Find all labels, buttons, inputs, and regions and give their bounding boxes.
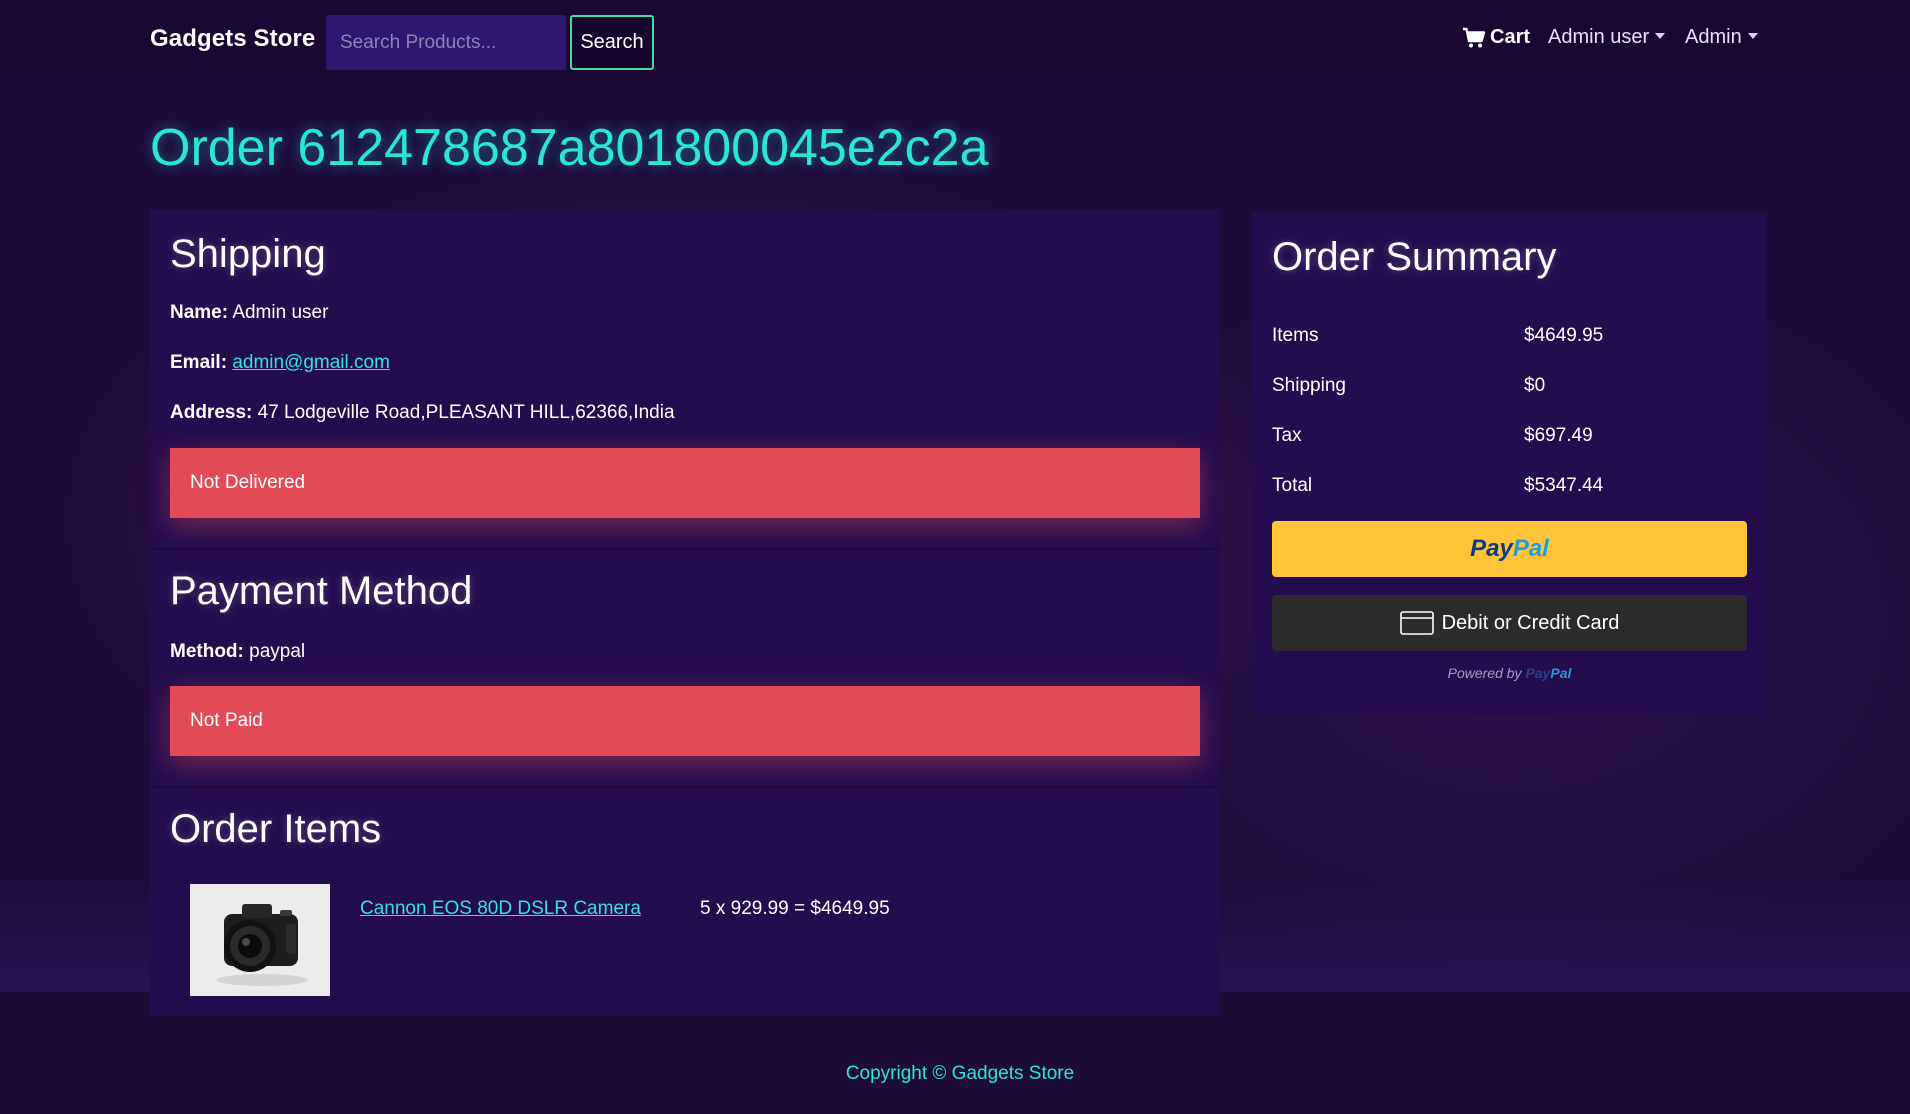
summary-label: Tax [1272,425,1302,446]
summary-value: $697.49 [1524,425,1593,446]
card-button-label: Debit or Credit Card [1441,611,1620,634]
summary-value: $0 [1524,375,1546,396]
order-summary-panel: Order Summary Items $4649.95 Shipping $0… [1252,213,1767,715]
nav-cart-link[interactable]: Cart [1462,26,1530,49]
payment-status-alert: Not Paid [170,686,1200,756]
summary-label: Total [1272,475,1313,496]
cart-icon [1463,27,1486,47]
payment-method-value: paypal [249,641,306,662]
shipping-name-label: Name: [170,302,229,323]
powered-by-label: Powered by [1447,665,1522,681]
summary-value: $5347.44 [1524,475,1604,496]
navbar: Gadgets Store Search Cart Admin user Adm… [0,0,1910,80]
user-menu-label: Admin user [1548,26,1650,48]
order-items-heading: Order Items [170,807,382,851]
caret-down-icon [1655,32,1666,39]
shipping-address-line: Address: 47 Lodgeville Road,PLEASANT HIL… [170,402,675,424]
payment-method-label: Method: [170,641,244,662]
section-divider [150,786,1220,788]
user-menu-dropdown[interactable]: Admin user [1548,26,1666,49]
nav-cart-label: Cart [1490,26,1531,48]
product-image [190,884,330,996]
order-item-link[interactable]: Cannon EOS 80D DSLR Camera [360,898,641,920]
brand-logo[interactable]: Gadgets Store [150,25,315,53]
paypal-logo-part1: Pay [1525,665,1551,681]
powered-by-paypal: Powered by PayPal [1272,665,1747,681]
shipping-name-value: Admin user [232,302,329,323]
shipping-address-label: Address: [170,402,253,423]
debit-credit-card-button[interactable]: Debit or Credit Card [1272,595,1747,651]
paypal-button[interactable]: Pay Pal [1272,521,1747,577]
admin-menu-dropdown[interactable]: Admin [1685,26,1758,49]
admin-menu-label: Admin [1685,26,1742,48]
order-item-price-calc: 5 x 929.99 = $4649.95 [700,898,890,919]
shipping-heading: Shipping [170,232,326,276]
order-item-row: Cannon EOS 80D DSLR Camera 5 x 929.99 = … [190,884,1180,998]
page-title: Order 612478687a801800045e2c2a [150,119,989,177]
credit-card-icon [1399,611,1434,635]
payment-method-line: Method: paypal [170,641,305,663]
shipping-name-line: Name: Admin user [170,302,328,324]
caret-down-icon [1747,32,1758,39]
paypal-logo-part2: Pal [1512,535,1549,562]
order-details-panel: Shipping Name: Admin user Email: admin@g… [150,210,1220,1016]
search-input[interactable] [326,15,566,70]
summary-label: Items [1272,325,1319,346]
shipping-email-line: Email: admin@gmail.com [170,352,390,374]
summary-value: $4649.95 [1524,325,1604,346]
shipping-email-label: Email: [170,352,228,373]
search-button[interactable]: Search [570,15,654,70]
footer-copyright: Copyright © Gadgets Store [845,1063,1075,1084]
paypal-logo-part1: Pay [1470,535,1513,562]
section-divider [150,548,1220,550]
delivery-status-alert: Not Delivered [170,448,1200,518]
order-summary-heading: Order Summary [1272,235,1557,279]
payment-method-heading: Payment Method [170,569,473,613]
shipping-address-value: 47 Lodgeville Road,PLEASANT HILL,62366,I… [257,402,675,423]
summary-label: Shipping [1272,375,1346,396]
paypal-logo-part2: Pal [1550,665,1572,681]
shipping-email-link[interactable]: admin@gmail.com [232,352,390,373]
camera-icon [190,884,330,996]
